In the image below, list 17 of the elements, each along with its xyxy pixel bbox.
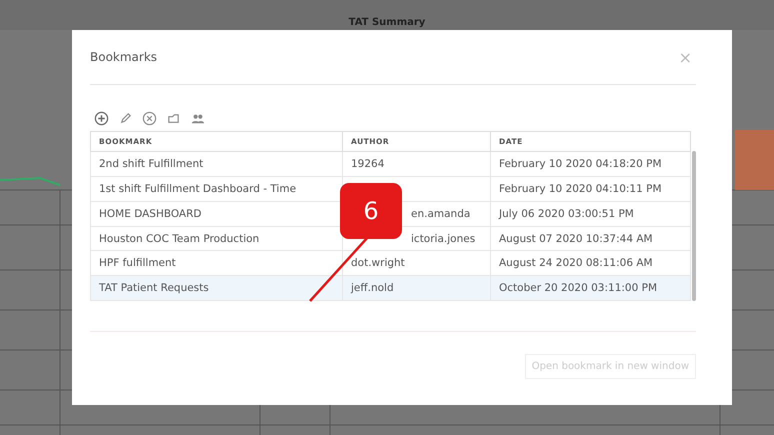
- table-cell: August 07 2020 10:37:44 AM: [490, 226, 691, 251]
- pencil-icon[interactable]: [118, 110, 133, 126]
- table-cell: October 20 2020 03:11:00 PM: [490, 276, 691, 300]
- dashboard-title: TAT Summary: [348, 17, 426, 30]
- table-cell[interactable]: 2nd shift Fulfillment: [90, 152, 342, 177]
- table-cell: jeff.nold: [342, 276, 490, 300]
- delete-icon[interactable]: [142, 110, 157, 126]
- table-cell: February 10 2020 04:18:20 PM: [490, 152, 691, 177]
- table-cell: February 10 2020 04:10:11 PM: [490, 176, 691, 202]
- table-cell: July 06 2020 03:00:51 PM: [490, 201, 691, 226]
- scrollbar[interactable]: [692, 151, 696, 301]
- dialog-title: Bookmarks: [90, 50, 158, 64]
- table-cell[interactable]: Houston COC Team Production: [90, 226, 342, 251]
- add-icon[interactable]: [94, 110, 109, 126]
- step-badge: 6: [340, 183, 402, 239]
- table-cell: 19264: [342, 152, 490, 177]
- table-cell[interactable]: TAT Patient Requests: [90, 276, 342, 300]
